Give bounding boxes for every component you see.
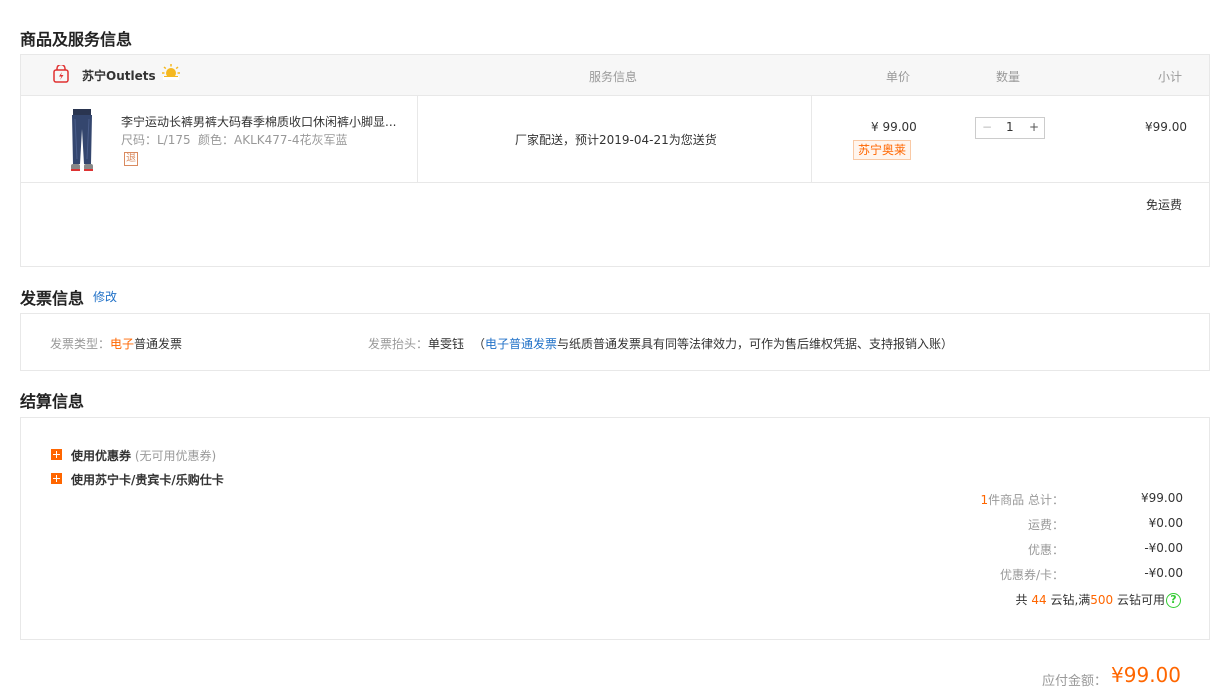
help-circle-icon[interactable]: ? xyxy=(1166,593,1181,608)
coupon-card-value: -¥0.00 xyxy=(1144,566,1183,580)
item-subtotal: ¥99.00 xyxy=(1145,120,1187,134)
settlement-section-title: 结算信息 xyxy=(20,392,85,411)
use-coupon-toggle[interactable]: 使用优惠券 (无可用优惠券) xyxy=(71,447,216,464)
coupon-card-label: 优惠券/卡： xyxy=(999,568,1064,582)
pay-amount-label: 应付金额： xyxy=(1041,674,1107,689)
goods-table-header: 苏宁Outlets 服务信息 单价 数量 小计 xyxy=(21,55,1209,96)
qty-minus-button[interactable]: − xyxy=(982,120,992,134)
divider xyxy=(417,96,418,182)
goods-table: 苏宁Outlets 服务信息 单价 数量 小计 李宁运动长裤男裤大码春季棉质收口… xyxy=(20,54,1210,267)
invoice-note: （电子普通发票与纸质普通发票具有同等法律效力，可作为售后维权凭据、支持报销入账） xyxy=(473,337,954,351)
jeans-product-image[interactable] xyxy=(67,109,97,173)
items-total-label: 1件商品 总计： xyxy=(980,493,1064,507)
item-color: 颜色：AKLK477-4花灰军蓝 xyxy=(198,133,348,147)
service-info: 厂家配送，预计2019-04-21为您送货 xyxy=(515,133,717,147)
item-name[interactable]: 李宁运动长裤男裤大码春季棉质收口休闲裤小脚显... xyxy=(121,113,396,130)
item-size: 尺码：L/175 xyxy=(121,133,191,147)
col-service: 服务信息 xyxy=(589,70,638,84)
outlet-tag: 苏宁奥莱 xyxy=(853,140,912,160)
cloud-diamond-info: 共 44 云钻,满500 云钻可用? xyxy=(1016,591,1181,608)
discount-value: -¥0.00 xyxy=(1144,541,1183,555)
discount-label: 优惠： xyxy=(1027,543,1064,557)
pay-amount: ¥99.00 xyxy=(1111,663,1181,687)
invoice-head: 发票抬头：单雯钰 xyxy=(368,337,465,351)
invoice-type: 发票类型：电子普通发票 xyxy=(50,337,183,351)
invoice-box: 发票类型：电子普通发票 发票抬头：单雯钰 （电子普通发票与纸质普通发票具有同等法… xyxy=(20,313,1210,371)
freight-label: 运费： xyxy=(1027,518,1064,532)
e-invoice-link[interactable]: 电子普通发票 xyxy=(485,337,557,351)
store-name[interactable]: 苏宁Outlets xyxy=(82,67,156,84)
store-bag-icon xyxy=(53,65,69,83)
settlement-box: 使用优惠券 (无可用优惠券) 使用苏宁卡/贵宾卡/乐购仕卡 1件商品 总计： ¥… xyxy=(20,417,1210,640)
quantity-stepper[interactable]: − 1 + xyxy=(975,117,1045,139)
return-badge: 退 xyxy=(124,152,138,166)
plus-square-icon[interactable] xyxy=(51,473,62,484)
items-total: ¥99.00 xyxy=(1141,491,1183,505)
sun-badge-icon xyxy=(162,64,180,80)
freight-value: ¥0.00 xyxy=(1148,516,1183,530)
qty-value[interactable]: 1 xyxy=(1006,120,1014,134)
shipping-fee: 免运费 xyxy=(1146,198,1183,212)
item-price: ¥ 99.00 xyxy=(871,120,917,134)
plus-square-icon[interactable] xyxy=(51,449,62,460)
goods-section-title: 商品及服务信息 xyxy=(20,30,133,49)
col-subtotal: 小计 xyxy=(1158,70,1183,84)
divider xyxy=(21,182,1209,183)
col-price: 单价 xyxy=(886,70,911,84)
use-card-toggle[interactable]: 使用苏宁卡/贵宾卡/乐购仕卡 xyxy=(71,471,224,488)
invoice-section-title: 发票信息 xyxy=(20,289,85,308)
col-qty: 数量 xyxy=(996,70,1021,84)
qty-plus-button[interactable]: + xyxy=(1029,120,1039,134)
divider xyxy=(811,96,812,182)
invoice-edit-link[interactable]: 修改 xyxy=(93,288,117,305)
